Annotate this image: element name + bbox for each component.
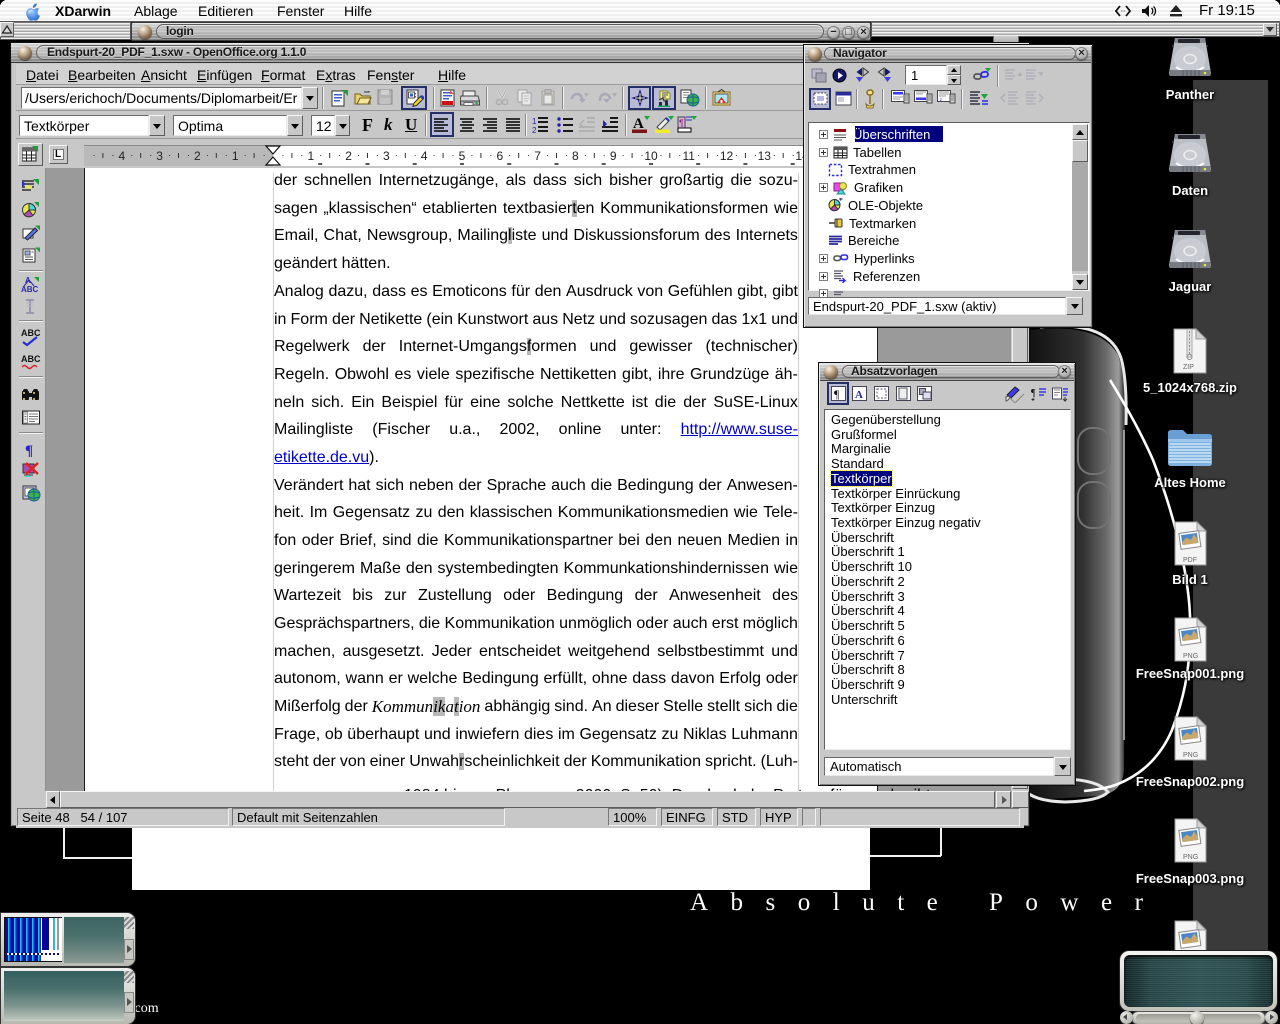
svg-text:7: 7: [534, 149, 541, 163]
svg-text:PDF: PDF: [1183, 557, 1197, 564]
svg-text:4: 4: [421, 149, 428, 163]
svg-text:1: 1: [307, 149, 314, 163]
svg-text:ABC: ABC: [21, 285, 39, 293]
svg-text:3: 3: [156, 149, 163, 163]
svg-text:2: 2: [345, 149, 352, 163]
svg-text:A: A: [855, 389, 863, 401]
svg-text:1: 1: [232, 149, 239, 163]
svg-text:¶: ¶: [834, 387, 840, 401]
svg-text:4: 4: [118, 149, 125, 163]
svg-text:2: 2: [194, 149, 201, 163]
svg-text:ZIP: ZIP: [1183, 364, 1194, 371]
svg-text:8: 8: [572, 149, 579, 163]
svg-text:11: 11: [682, 149, 695, 163]
svg-text:ABC: ABC: [21, 328, 41, 338]
svg-text:9: 9: [610, 149, 617, 163]
svg-text:PNG: PNG: [1183, 752, 1198, 759]
svg-text:1: 1: [532, 117, 537, 126]
svg-text:12: 12: [720, 149, 734, 163]
svg-text:¶: ¶: [679, 118, 684, 128]
svg-text:5: 5: [459, 149, 466, 163]
svg-text:¶: ¶: [25, 443, 33, 457]
svg-text:ABC: ABC: [21, 354, 41, 364]
svg-text:3: 3: [383, 149, 390, 163]
svg-text:♪: ♪: [939, 97, 943, 104]
svg-text:10: 10: [644, 149, 658, 163]
svg-text:PNG: PNG: [1183, 653, 1198, 660]
svg-text:6: 6: [496, 149, 503, 163]
svg-text:PNG: PNG: [1183, 854, 1198, 861]
svg-text:13: 13: [758, 149, 772, 163]
svg-text:2: 2: [532, 126, 537, 134]
svg-text:¶: ¶: [1031, 388, 1036, 399]
